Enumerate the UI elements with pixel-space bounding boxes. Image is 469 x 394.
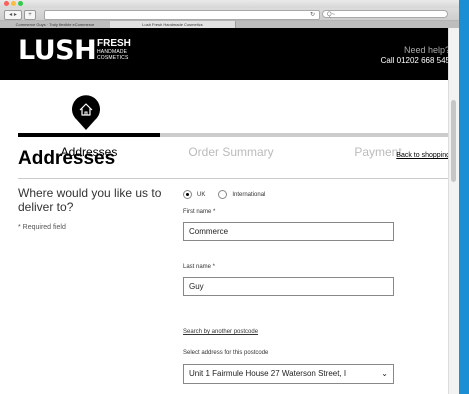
progress-fill — [18, 133, 160, 137]
divider — [18, 178, 449, 179]
chevron-down-icon: ⌄ — [381, 369, 388, 378]
help-phone[interactable]: Call 01202 668 545 — [381, 56, 450, 66]
back-to-shopping-link[interactable]: Back to shopping — [396, 152, 450, 159]
site-header: LUSH FRESH HANDMADE COSMETICS Need help?… — [0, 28, 459, 80]
last-name-field[interactable]: Guy — [183, 277, 394, 296]
page-content: LUSH FRESH HANDMADE COSMETICS Need help?… — [0, 28, 459, 394]
address-select-label: Select address for this postcode — [183, 350, 269, 356]
tagline-line-1: FRESH — [97, 38, 131, 49]
radio-uk[interactable] — [183, 190, 192, 199]
radio-international[interactable] — [218, 190, 228, 199]
page-title: Addresses — [18, 148, 116, 169]
help-text: Need help? — [403, 45, 450, 55]
scrollbar-thumb[interactable] — [451, 100, 456, 182]
minimize-icon[interactable] — [11, 1, 16, 6]
tab-lush[interactable]: Lush Fresh Handmade Cosmetics — [110, 21, 236, 28]
delivery-question: Where would you like us to deliver to? — [18, 186, 162, 214]
address-bar[interactable]: ↻ — [44, 10, 320, 20]
back-forward-buttons[interactable]: ◂ ▸ — [4, 10, 22, 20]
close-icon[interactable] — [4, 1, 9, 6]
radio-uk-label: UK — [197, 191, 206, 198]
step-order-summary: Order Summary — [188, 145, 274, 159]
new-tab-button[interactable]: + — [24, 10, 36, 20]
logo-tagline: FRESH HANDMADE COSMETICS — [97, 38, 131, 61]
help-contact: Need help? Call 01202 668 545 — [381, 45, 450, 66]
zoom-icon[interactable] — [18, 1, 23, 6]
last-name-label: Last name * — [183, 264, 216, 270]
radio-international-label: International — [232, 191, 266, 198]
address-select-value: Unit 1 Fairmule House 27 Waterson Street… — [189, 369, 347, 378]
first-name-field[interactable]: Commerce — [183, 222, 394, 241]
browser-search-input[interactable]: Q~ — [322, 10, 448, 18]
reload-icon[interactable]: ↻ — [310, 11, 315, 19]
title-bar — [0, 0, 459, 8]
lush-logo[interactable]: LUSH — [18, 36, 97, 66]
search-postcode-link[interactable]: Search by another postcode — [183, 329, 258, 335]
page-scrollbar[interactable] — [448, 28, 459, 394]
address-select[interactable]: Unit 1 Fairmule House 27 Waterson Street… — [183, 364, 394, 384]
tab-commerce-guys[interactable]: Commerce Guys · Truly flexible eCommerce — [0, 21, 111, 28]
window-controls — [4, 1, 23, 6]
home-icon — [72, 95, 100, 130]
required-note: * Required field — [18, 224, 66, 231]
country-radio-group: UK International — [183, 190, 265, 199]
browser-toolbar: ◂ ▸ + ↻ Q~ — [0, 8, 459, 21]
first-name-label: First name * — [183, 209, 216, 215]
tagline-line-3: COSMETICS — [97, 55, 129, 61]
browser-window: ◂ ▸ + ↻ Q~ Commerce Guys · Truly flexibl… — [0, 0, 459, 394]
